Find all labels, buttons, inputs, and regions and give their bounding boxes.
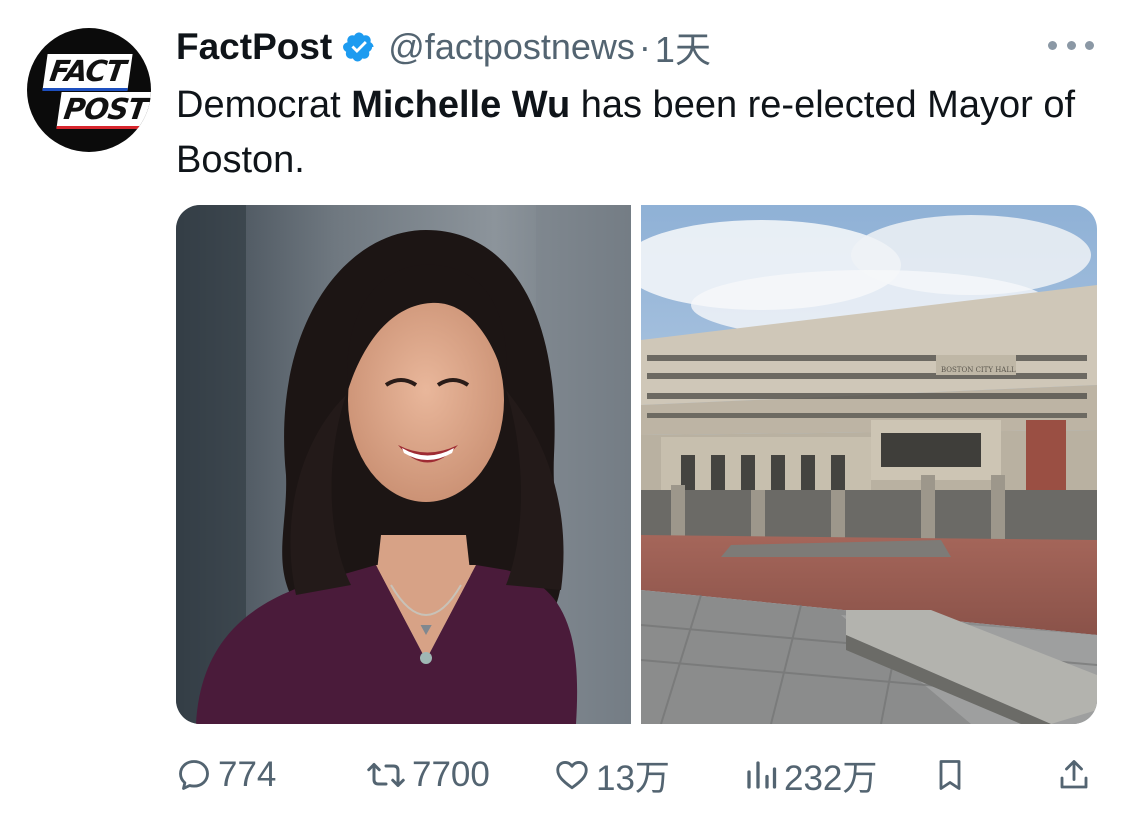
like-count: 13万 bbox=[596, 758, 670, 798]
media-image-portrait[interactable] bbox=[176, 205, 631, 724]
separator-dot: · bbox=[638, 26, 651, 67]
verified-badge-icon bbox=[343, 32, 374, 62]
share-icon bbox=[1060, 760, 1088, 789]
retweet-count: 7700 bbox=[412, 755, 490, 794]
media-divider bbox=[631, 205, 641, 724]
avatar-logo-fact: FACT bbox=[42, 54, 133, 91]
views-count: 232万 bbox=[784, 758, 878, 798]
handle[interactable]: @factpostnews bbox=[388, 26, 635, 68]
tweet-text: Democrat Michelle Wu has been re-elected… bbox=[176, 78, 1076, 188]
more-dot bbox=[1066, 40, 1076, 50]
reply-icon bbox=[179, 760, 209, 790]
like-button[interactable]: 13万 bbox=[554, 750, 670, 800]
like-icon bbox=[556, 760, 588, 790]
tweet-text-pre: Democrat bbox=[176, 84, 352, 126]
display-name[interactable]: FactPost bbox=[176, 26, 332, 68]
tweet-text-bold: Michelle Wu bbox=[351, 84, 571, 126]
media-image-city-hall[interactable]: BOSTON CITY HALL bbox=[641, 205, 1097, 724]
media-grid: BOSTON CITY HALL bbox=[176, 205, 1097, 724]
timestamp[interactable]: 1天 bbox=[655, 21, 711, 73]
more-dot bbox=[1085, 40, 1094, 50]
more-dot bbox=[1048, 40, 1057, 50]
bookmark-icon bbox=[939, 760, 961, 790]
reply-count: 774 bbox=[218, 755, 277, 794]
more-icon[interactable] bbox=[1048, 34, 1094, 56]
views-button[interactable]: 232万 bbox=[744, 750, 877, 800]
avatar-logo-post: POST bbox=[56, 92, 151, 129]
bookmark-button[interactable] bbox=[932, 750, 968, 800]
action-bar: 774 7700 13万 232万 bbox=[176, 750, 1106, 800]
share-button[interactable] bbox=[1056, 750, 1092, 800]
retweet-icon bbox=[367, 763, 405, 787]
avatar[interactable]: FACT POST bbox=[27, 28, 151, 152]
tweet-header: FactPost @factpostnews · 1天 bbox=[176, 22, 711, 72]
tweet-card[interactable]: FACT POST FactPost @factpostnews · 1天 De… bbox=[0, 0, 1125, 827]
views-icon bbox=[747, 761, 777, 789]
city-hall-photo: BOSTON CITY HALL bbox=[641, 205, 1097, 724]
retweet-button[interactable]: 7700 bbox=[366, 750, 490, 800]
portrait-photo bbox=[176, 205, 631, 724]
city-hall-sign: BOSTON CITY HALL bbox=[941, 366, 1016, 374]
reply-button[interactable]: 774 bbox=[176, 750, 276, 800]
